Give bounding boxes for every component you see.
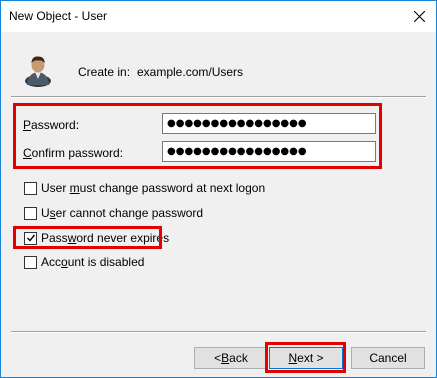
option-must-change-password[interactable]: User must change password at next logon [24,181,265,195]
user-icon [25,56,51,87]
separator-bottom [11,331,426,333]
option-cannot-change-password[interactable]: User cannot change password [24,206,203,220]
option-label: User must change password at next logon [41,181,266,195]
option-label: Account is disabled [41,255,145,269]
checkbox[interactable] [24,255,37,269]
back-button[interactable]: < Back [194,347,268,369]
title-bar[interactable]: New Object - User [1,1,436,32]
checkbox-checked[interactable] [24,231,37,245]
option-label: User cannot change password [41,206,204,220]
separator-top [11,96,426,98]
checkmark-icon [26,234,35,242]
password-label: Password: [23,118,80,132]
close-button[interactable] [402,1,436,32]
cancel-button[interactable]: Cancel [351,347,425,369]
checkbox[interactable] [24,181,37,195]
create-in-path: example.com/Users [137,65,244,79]
option-account-disabled[interactable]: Account is disabled [24,255,144,269]
password-field[interactable] [162,113,376,134]
close-icon [413,11,425,22]
create-in-label: Create in: [78,65,131,79]
next-button[interactable]: Next > [269,347,343,369]
window-title: New Object - User [9,9,108,23]
option-password-never-expires[interactable]: Password never expires [24,231,169,245]
dialog-window: New Object - User Create in: example.com… [0,0,437,378]
checkbox[interactable] [24,206,37,220]
confirm-password-label: Confirm password: [23,146,124,160]
confirm-password-field[interactable] [162,141,376,162]
option-label: Password never expires [41,231,170,245]
